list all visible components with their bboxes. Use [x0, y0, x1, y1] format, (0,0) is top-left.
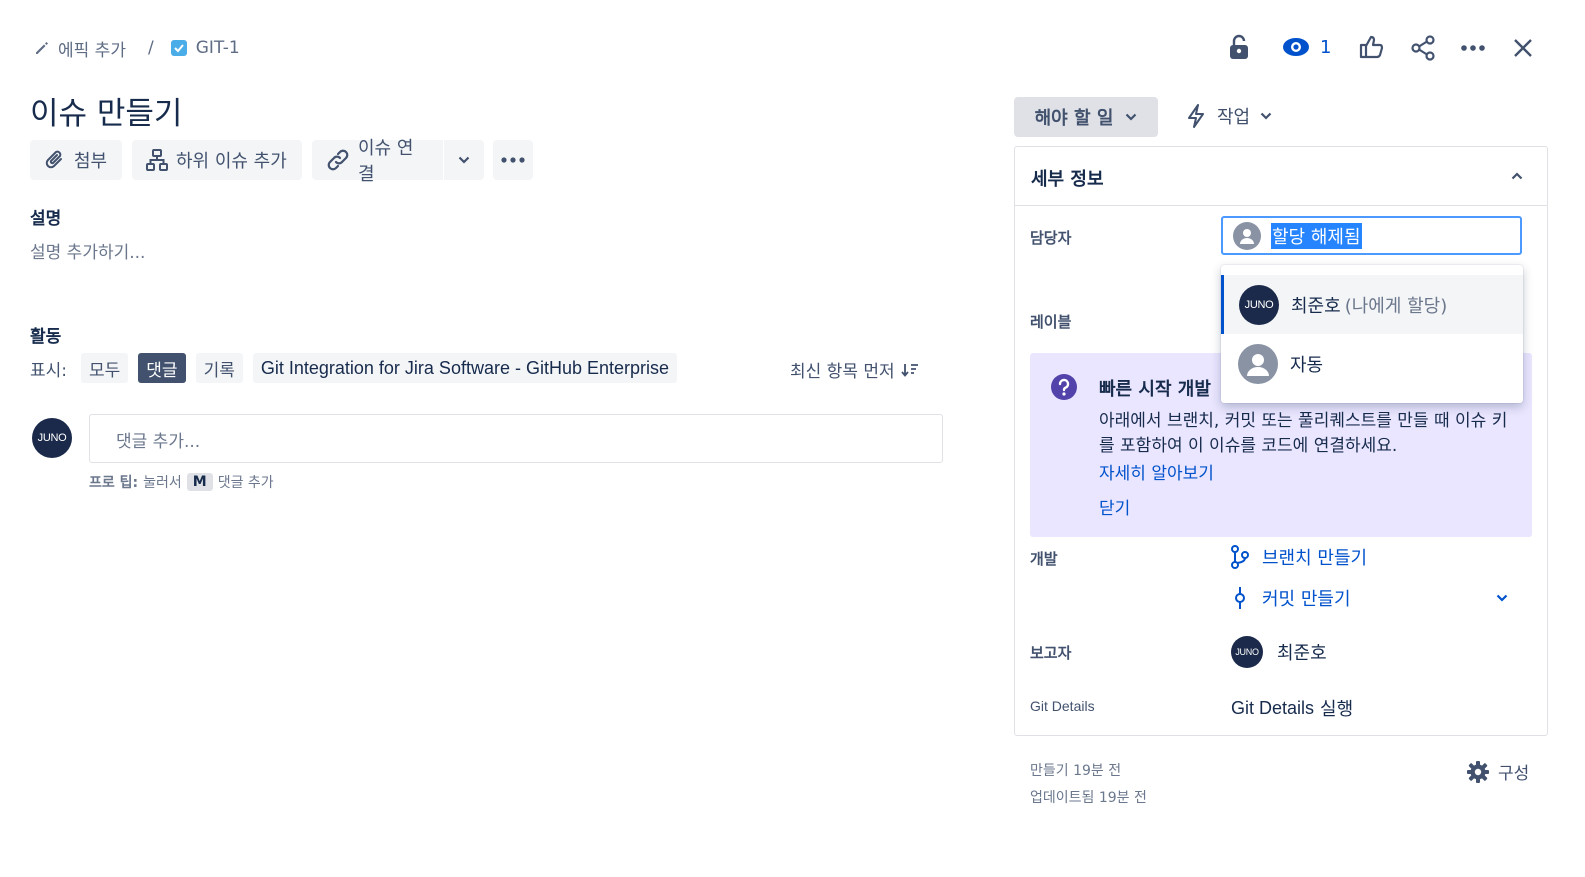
avatar: JUNO [1239, 284, 1279, 325]
lock-icon[interactable] [1228, 34, 1250, 60]
git-details-run-button[interactable]: Git Details 실행 [1231, 695, 1353, 721]
add-subtask-label: 하위 이슈 추가 [176, 151, 287, 172]
configure-label: 구성 [1498, 764, 1530, 784]
watch-button[interactable]: 1 [1282, 36, 1331, 58]
activity-heading: 활동 [30, 327, 62, 347]
reporter-label: 보고자 [1030, 644, 1072, 662]
create-branch-link[interactable]: 브랜치 만들기 [1230, 544, 1367, 570]
user-icon [1238, 343, 1278, 384]
git-details-label: Git Details [1030, 698, 1095, 714]
question-icon [1050, 373, 1078, 401]
assignee-value: 할당 해제됨 [1271, 222, 1362, 249]
created-timestamp: 만들기 19분 전 [1030, 763, 1122, 779]
assignee-input[interactable]: 할당 해제됨 [1221, 216, 1522, 255]
tip-key: M [186, 473, 213, 491]
git-details-run: 실행 [1320, 699, 1354, 720]
close-icon[interactable] [1512, 37, 1534, 59]
chevron-down-icon[interactable] [1496, 594, 1508, 602]
assignee-label: 담당자 [1030, 229, 1072, 247]
option-name: 자동 [1290, 354, 1324, 376]
user-icon [1233, 221, 1261, 250]
branch-icon [1230, 545, 1250, 569]
reporter-value[interactable]: JUNO 최준호 [1231, 636, 1327, 668]
status-button[interactable]: 해야 할 일 [1014, 97, 1158, 137]
labels-label: 레이블 [1030, 313, 1072, 331]
add-subtask-button[interactable]: 하위 이슈 추가 [132, 140, 302, 180]
more-icon [501, 157, 525, 163]
link-issue-button[interactable]: 이슈 연결 [312, 138, 443, 185]
watch-count: 1 [1320, 36, 1332, 58]
attach-button[interactable]: 첨부 [30, 140, 122, 180]
breadcrumb: 에픽 추가 / GIT-1 [34, 36, 240, 61]
sort-icon [900, 362, 919, 378]
add-epic-link[interactable]: 에픽 추가 [58, 36, 126, 61]
activity-filter-bar: 표시: 모두 댓글 기록 Git Integration for Jira So… [30, 353, 678, 383]
more-actions-icon[interactable] [1460, 44, 1486, 52]
filter-all[interactable]: 모두 [81, 353, 129, 383]
configure-button[interactable]: 구성 [1466, 759, 1529, 784]
create-commit-label: 커밋 만들기 [1262, 589, 1351, 610]
more-toolbar-button[interactable] [493, 140, 533, 180]
link-icon [326, 149, 350, 171]
avatar: JUNO [1231, 636, 1263, 668]
git-details-value: Git Details [1231, 697, 1315, 718]
chevron-down-icon [458, 156, 470, 164]
issue-key-link[interactable]: GIT-1 [196, 38, 240, 58]
option-name: 최준호 [1291, 295, 1341, 317]
tip-prefix: 프로 팁: [89, 475, 139, 491]
create-commit-link[interactable]: 커밋 만들기 [1230, 585, 1351, 611]
comment-placeholder: 댓글 추가... [116, 432, 201, 452]
show-label: 표시: [30, 360, 68, 381]
sort-label: 최신 항목 먼저 [790, 362, 895, 382]
avatar: JUNO [32, 418, 72, 458]
pro-tip: 프로 팁: 눌러서 M 댓글 추가 [89, 472, 274, 492]
description-heading: 설명 [30, 209, 62, 229]
lightning-icon [1185, 103, 1207, 129]
dismiss-link[interactable]: 닫기 [1099, 494, 1130, 519]
filter-comments[interactable]: 댓글 [138, 353, 186, 383]
quickstart-body: 아래에서 브랜치, 커밋 또는 풀리퀘스트를 만들 때 이슈 키를 포함하여 이… [1099, 411, 1508, 456]
like-icon[interactable] [1358, 34, 1384, 60]
learn-more-link[interactable]: 자세히 알아보기 [1099, 459, 1214, 484]
share-icon[interactable] [1410, 35, 1436, 61]
create-branch-label: 브랜치 만들기 [1262, 548, 1368, 569]
link-issue-label: 이슈 연결 [358, 138, 414, 185]
chevron-up-icon[interactable] [1511, 172, 1523, 180]
paperclip-icon [44, 149, 66, 171]
task-type-icon [170, 39, 188, 57]
breadcrumb-separator: / [147, 38, 154, 58]
action-button[interactable]: 작업 [1185, 103, 1272, 129]
chevron-down-icon [1125, 113, 1137, 121]
hierarchy-icon [146, 149, 168, 171]
details-heading: 세부 정보 [1031, 169, 1104, 190]
status-label: 해야 할 일 [1034, 108, 1114, 129]
link-issue-dropdown[interactable] [444, 140, 484, 180]
action-label: 작업 [1217, 107, 1251, 128]
updated-timestamp: 업데이트됨 19분 전 [1030, 790, 1147, 806]
gear-icon [1466, 760, 1490, 784]
comment-input[interactable]: 댓글 추가... [89, 414, 943, 463]
dropdown-option-self[interactable]: JUNO 최준호 (나에게 할당) [1221, 275, 1523, 334]
chevron-down-icon [1260, 112, 1272, 120]
filter-git-integration[interactable]: Git Integration for Jira Software - GitH… [252, 353, 678, 383]
filter-history[interactable]: 기록 [195, 353, 243, 383]
tip-middle: 눌러서 [143, 475, 182, 491]
sort-button[interactable]: 최신 항목 먼저 [790, 357, 919, 382]
quickstart-title: 빠른 시작 개발 [1099, 379, 1211, 400]
dropdown-option-automatic[interactable]: 자동 [1221, 334, 1523, 393]
development-label: 개발 [1030, 550, 1058, 568]
commit-icon [1230, 586, 1250, 610]
tip-suffix: 댓글 추가 [217, 475, 274, 491]
page-title[interactable]: 이슈 만들기 [30, 88, 182, 133]
eye-icon [1282, 36, 1310, 58]
reporter-name: 최준호 [1277, 643, 1327, 664]
pencil-icon [34, 40, 50, 56]
description-field[interactable]: 설명 추가하기... [30, 238, 145, 263]
attach-label: 첨부 [74, 151, 108, 172]
option-note: (나에게 할당) [1344, 295, 1448, 317]
